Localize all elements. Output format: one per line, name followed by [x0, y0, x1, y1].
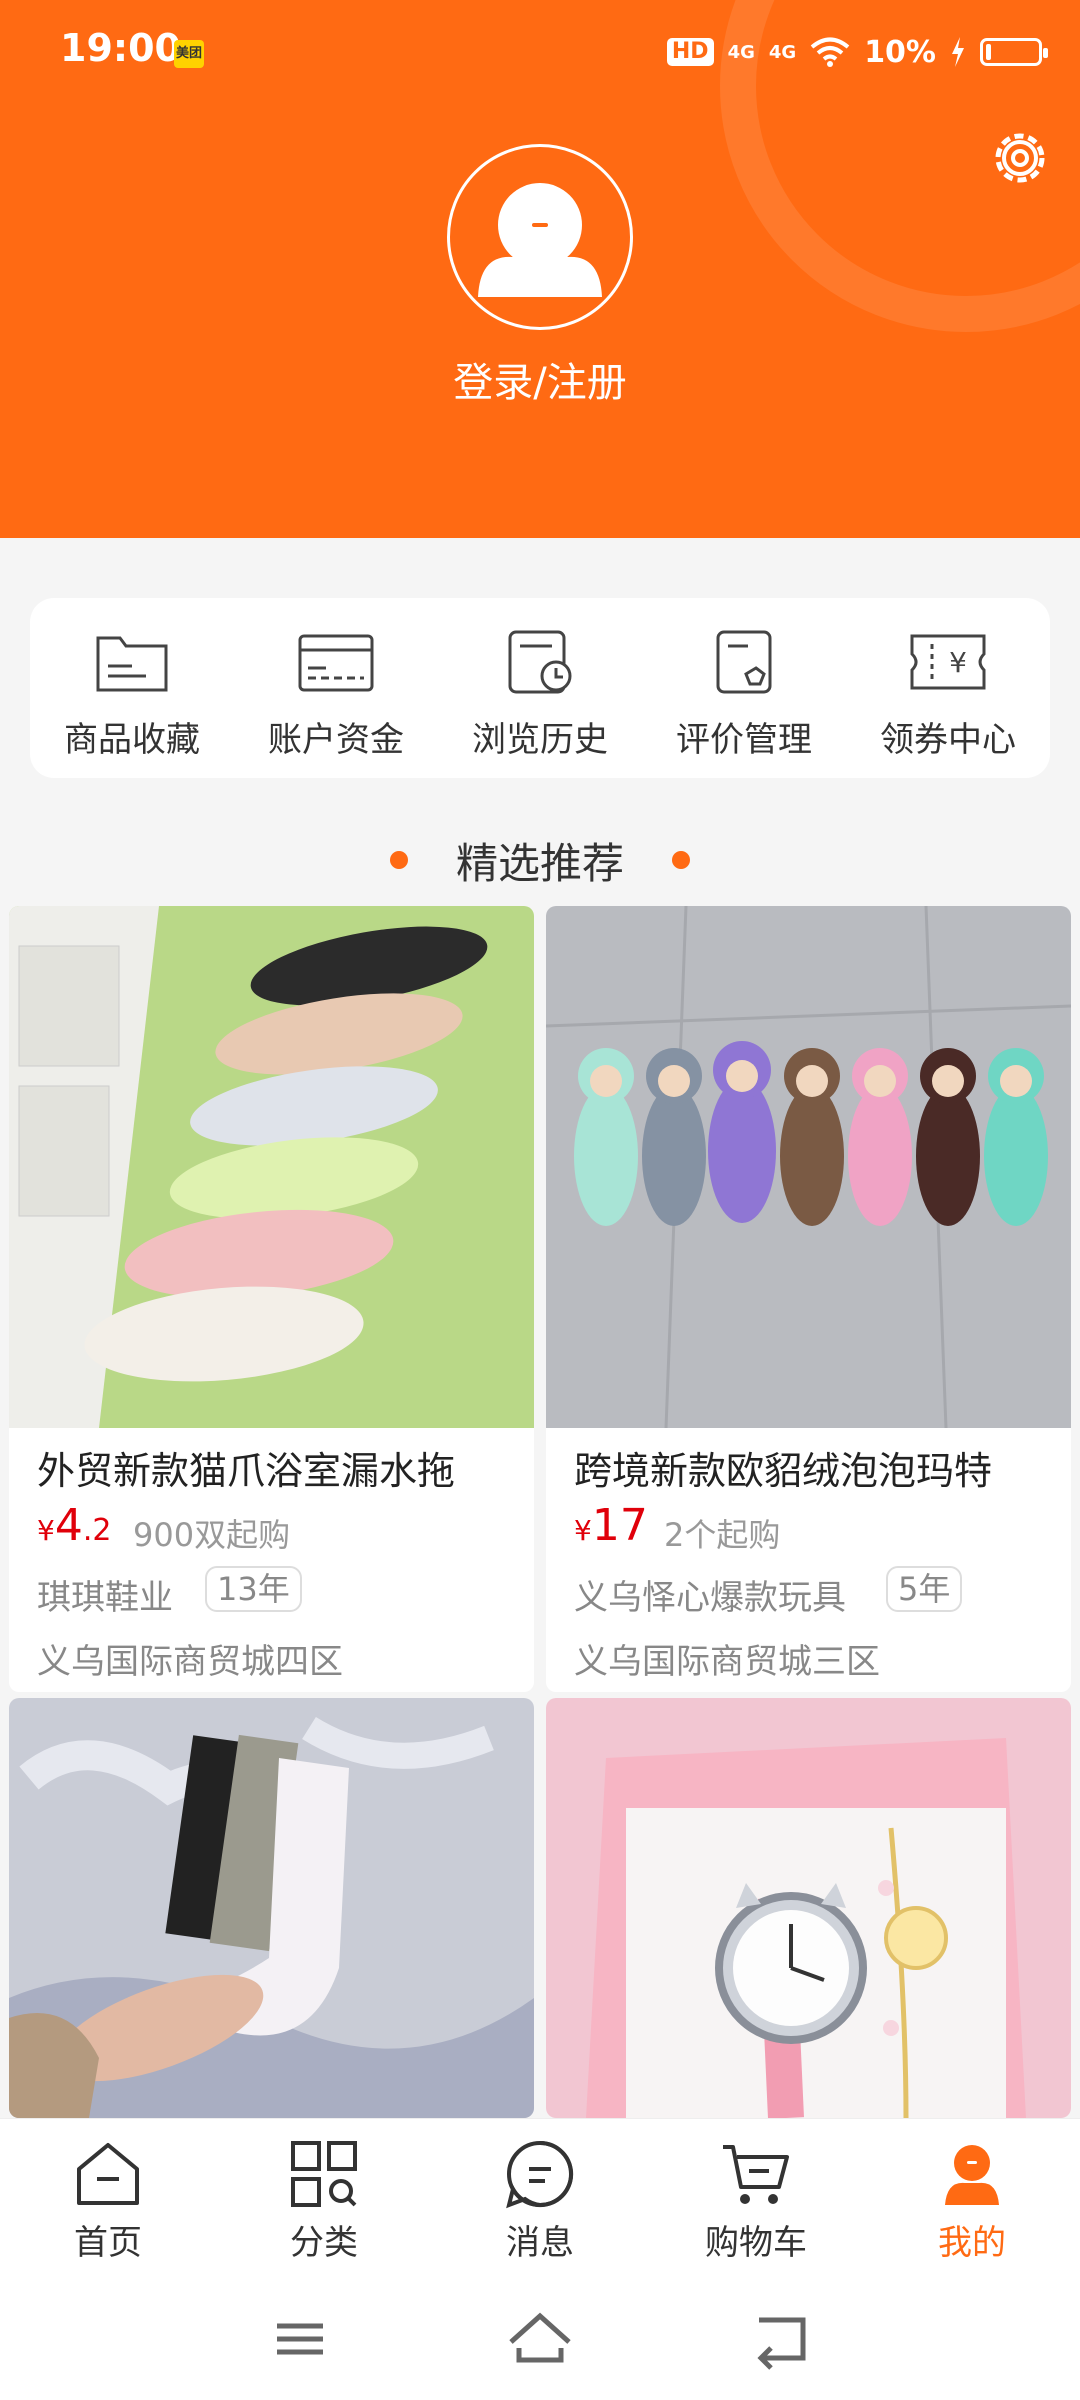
review-manage-button[interactable]: 评价管理	[642, 598, 846, 778]
review-icon	[716, 630, 772, 694]
tab-profile[interactable]: 我的	[864, 2119, 1080, 2279]
tab-home[interactable]: 首页	[0, 2119, 216, 2279]
bottom-tab-bar: 首页 分类 消息 购物车 我的	[0, 2118, 1080, 2279]
plush-toys-photo	[546, 906, 1071, 1428]
title-dot-right	[672, 851, 690, 869]
review-manage-label: 评价管理	[676, 720, 812, 760]
price-integer: 4	[54, 1500, 83, 1551]
title-dot-left	[389, 851, 408, 869]
hd-voice-icon: HD	[666, 38, 714, 66]
shop-years-badge: 5年	[886, 1566, 963, 1612]
status-bar: 19:00 美团 HD 4G 4G 10%	[0, 0, 1080, 100]
price-currency: ¥	[37, 1514, 55, 1547]
product-name: 外贸新款猫爪浴室漏水拖	[37, 1449, 456, 1493]
tab-home-label: 首页	[74, 2223, 142, 2263]
mall-location: 义乌国际商贸城四区	[37, 1642, 343, 1682]
product-price: ¥4.2	[37, 1500, 111, 1551]
slippers-photo	[9, 906, 534, 1428]
meituan-badge-icon: 美团	[174, 40, 204, 68]
system-nav-bar	[0, 2278, 1080, 2400]
history-icon	[508, 630, 572, 694]
menu-icon[interactable]	[265, 2304, 335, 2374]
shop-years-badge: 13年	[205, 1566, 302, 1612]
product-price: ¥17	[574, 1500, 648, 1551]
tab-cart[interactable]: 购物车	[648, 2119, 864, 2279]
tab-category[interactable]: 分类	[216, 2119, 432, 2279]
coupon-icon: ¥	[910, 634, 986, 690]
coupon-center-label: 领券中心	[880, 720, 1016, 760]
coupon-center-button[interactable]: ¥ 领券中心	[846, 598, 1050, 778]
battery-percent: 10%	[864, 34, 936, 70]
charging-icon	[952, 37, 964, 67]
favorites-label: 商品收藏	[64, 720, 200, 760]
min-order: 2个起购	[664, 1516, 781, 1554]
account-funds-label: 账户资金	[268, 720, 404, 760]
svg-text:¥: ¥	[949, 646, 967, 679]
cart-icon	[723, 2145, 789, 2204]
min-order: 900双起购	[133, 1516, 291, 1554]
status-time: 19:00	[60, 26, 181, 70]
user-avatar-icon	[478, 183, 602, 297]
product-card[interactable]: 跨境新款欧貂绒泡泡玛特 ¥17 2个起购 义乌怿心爆款玩具 5年 义乌国际商贸城…	[546, 906, 1071, 1692]
card-icon	[298, 634, 374, 692]
product-card[interactable]	[546, 1698, 1071, 2118]
shop-name: 义乌怿心爆款玩具	[574, 1578, 846, 1618]
login-register-link[interactable]: 登录/注册	[0, 350, 1080, 408]
avatar[interactable]	[447, 144, 633, 330]
recommend-title: 精选推荐	[455, 838, 624, 888]
mall-location: 义乌国际商贸城三区	[574, 1642, 880, 1682]
profile-header: 19:00 美团 HD 4G 4G 10% 登录/注册	[0, 0, 1080, 538]
favorites-button[interactable]: 商品收藏	[30, 598, 234, 778]
browse-history-button[interactable]: 浏览历史	[438, 598, 642, 778]
folder-icon	[96, 636, 168, 692]
tab-messages[interactable]: 消息	[432, 2119, 648, 2279]
profile-icon	[945, 2145, 999, 2205]
product-card[interactable]	[9, 1698, 534, 2118]
price-currency: ¥	[574, 1514, 592, 1547]
quick-actions-panel: 商品收藏 账户资金 浏览历史 评价管理 ¥ 领券中心	[30, 598, 1050, 778]
price-integer: 17	[591, 1500, 648, 1551]
home-icon	[77, 2143, 139, 2205]
signal-icon-2: 4G	[768, 41, 797, 63]
shop-name: 琪琪鞋业	[37, 1578, 173, 1618]
tab-category-label: 分类	[290, 2223, 358, 2263]
tab-profile-label: 我的	[938, 2223, 1006, 2263]
tab-cart-label: 购物车	[705, 2223, 807, 2263]
browse-history-label: 浏览历史	[472, 720, 608, 760]
message-icon	[506, 2140, 574, 2209]
watch-gift-box-photo	[546, 1698, 1071, 2118]
battery-icon	[980, 38, 1048, 66]
back-icon[interactable]	[745, 2304, 815, 2374]
category-icon	[291, 2141, 357, 2207]
recommend-section-title: 精选推荐	[0, 830, 1080, 890]
price-decimal: .2	[82, 1513, 112, 1548]
gear-icon[interactable]	[988, 126, 1052, 190]
product-card[interactable]: 外贸新款猫爪浴室漏水拖 ¥4.2 900双起购 琪琪鞋业 13年 义乌国际商贸城…	[9, 906, 534, 1692]
socks-photo	[9, 1698, 534, 2118]
wifi-icon	[810, 37, 850, 67]
account-funds-button[interactable]: 账户资金	[234, 598, 438, 778]
home-nav-icon[interactable]	[505, 2304, 575, 2374]
tab-messages-label: 消息	[506, 2223, 574, 2263]
signal-icon: 4G	[727, 41, 755, 63]
product-name: 跨境新款欧貂绒泡泡玛特	[574, 1449, 993, 1493]
